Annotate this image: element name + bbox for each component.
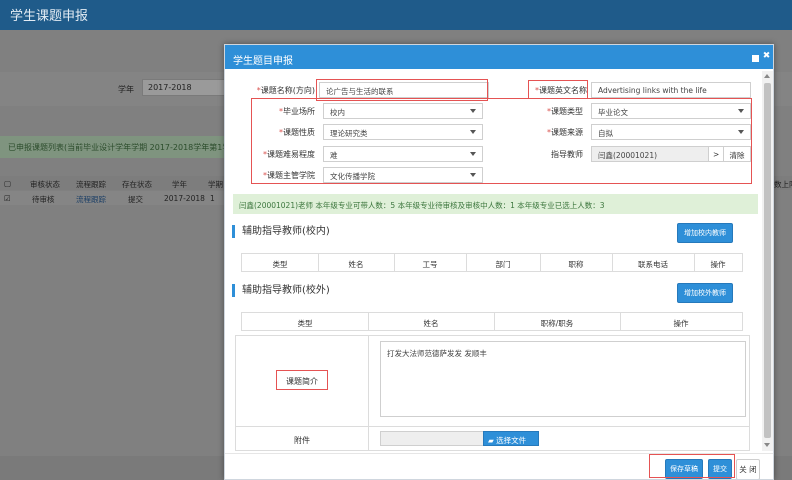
save-draft-button[interactable]: 保存草稿 xyxy=(665,459,703,479)
advisor-input: 闫鑫(20001021) xyxy=(591,146,709,162)
maximize-icon[interactable] xyxy=(752,55,759,62)
source-value: 自拟 xyxy=(598,129,613,138)
choose-file-label: 选择文件 xyxy=(496,436,527,445)
col-dept: 部门 xyxy=(495,260,511,269)
row-term: 1 xyxy=(210,194,215,203)
attachment-label: 附件 xyxy=(294,436,310,445)
folder-icon: ▰ xyxy=(488,436,494,445)
row-year: 2017-2018 xyxy=(164,194,205,203)
row-flow-trace-link[interactable]: 流程跟踪 xyxy=(76,194,106,205)
site-select[interactable]: 校内 xyxy=(323,103,483,119)
chevron-down-icon xyxy=(470,173,476,177)
type-select[interactable]: 毕业论文 xyxy=(591,103,751,119)
col-title-position: 职称/职务 xyxy=(540,319,574,328)
col-action: 操作 xyxy=(673,319,689,328)
col-action: 操作 xyxy=(710,260,726,269)
modal-footer: 保存草稿 提交 关 闭 xyxy=(225,453,773,479)
college-label: *课题主管学院 xyxy=(263,171,315,180)
col-term: 学期 xyxy=(208,180,223,189)
col-year: 学年 xyxy=(172,180,187,189)
col-flow-trace: 流程跟踪 xyxy=(76,180,106,189)
external-advisors-title: 辅助指导教师(校外) xyxy=(232,284,330,297)
page-header: 学生课题申报 xyxy=(0,0,792,30)
attachment-file-input[interactable] xyxy=(380,431,484,446)
internal-advisors-table-header: 类型 姓名 工号 部门 职称 联系电话 操作 xyxy=(241,253,743,272)
modal-header: 学生题目申报 ✖ xyxy=(225,45,773,69)
topic-en-input[interactable]: Advertising links with the life xyxy=(591,82,751,98)
modal-scrollbar[interactable] xyxy=(762,71,773,451)
row-checkbox[interactable]: ☑ xyxy=(4,194,11,203)
topic-name-input[interactable]: 论广告与生活的联系 xyxy=(319,82,489,98)
college-value: 文化传播学院 xyxy=(330,172,375,181)
close-button[interactable]: 关 闭 xyxy=(736,459,760,479)
topic-name-label: *课题名称(方向) xyxy=(256,86,315,95)
source-select[interactable]: 自拟 xyxy=(591,124,751,140)
year-select[interactable]: 2017-2018 xyxy=(142,79,232,96)
col-type: 类型 xyxy=(272,260,288,269)
intro-textarea[interactable]: 打发大法师范德萨发发 发顺丰 xyxy=(380,341,746,417)
page-title: 学生课题申报 xyxy=(10,9,89,24)
add-external-teacher-button[interactable]: 增加校外教师 xyxy=(677,283,733,303)
close-icon[interactable]: ✖ xyxy=(762,52,771,61)
col-name: 姓名 xyxy=(423,319,439,328)
col-type: 类型 xyxy=(297,319,313,328)
year-label: 学年 xyxy=(118,85,134,94)
internal-advisors-title: 辅助指导教师(校内) xyxy=(232,225,330,238)
choose-file-button[interactable]: ▰ 选择文件 xyxy=(483,431,539,446)
site-label: *毕业场所 xyxy=(279,107,315,116)
header-checkbox[interactable]: ▢ xyxy=(4,179,11,188)
chevron-down-icon xyxy=(470,152,476,156)
col-phone: 联系电话 xyxy=(638,260,668,269)
site-value: 校内 xyxy=(330,108,345,117)
advisor-clear-button[interactable]: 清除 xyxy=(724,146,751,162)
topic-en-label: *课题英文名称 xyxy=(535,86,587,95)
external-advisors-table-header: 类型 姓名 职称/职务 操作 xyxy=(241,312,743,331)
intro-label: 课题简介 xyxy=(286,377,318,386)
chevron-down-icon xyxy=(470,130,476,134)
submit-button[interactable]: 提交 xyxy=(708,459,732,479)
list-table-header: ▢ 审核状态 流程跟踪 存在状态 学年 学期 xyxy=(0,176,228,190)
scroll-thumb[interactable] xyxy=(764,83,771,438)
col-name: 姓名 xyxy=(348,260,364,269)
difficulty-label: *课题难易程度 xyxy=(263,150,315,159)
nature-select[interactable]: 理论研究类 xyxy=(323,124,483,140)
add-internal-teacher-button[interactable]: 增加校内教师 xyxy=(677,223,733,243)
chevron-down-icon xyxy=(470,109,476,113)
modal-title: 学生题目申报 xyxy=(233,56,293,67)
nature-value: 理论研究类 xyxy=(330,129,368,138)
scroll-down-icon[interactable] xyxy=(764,443,770,447)
advisor-quota-info: 闫鑫(20001021)老师 本年级专业可带人数：5 本年级专业待审核及审核中人… xyxy=(233,194,758,214)
difficulty-select[interactable]: 难 xyxy=(323,146,483,162)
row-audit-status: 待审核 xyxy=(32,195,55,204)
col-staff-no: 工号 xyxy=(422,260,438,269)
source-label: *课题来源 xyxy=(547,128,583,137)
advisor-label: 指导教师 xyxy=(551,150,583,159)
row-exist-status: 提交 xyxy=(128,195,143,204)
scroll-up-icon[interactable] xyxy=(764,74,770,78)
chevron-down-icon xyxy=(738,130,744,134)
table-row[interactable]: ☑ 待审核 流程跟踪 提交 2017-2018 1 xyxy=(0,191,228,205)
col-title: 职称 xyxy=(568,260,584,269)
col-max-count: 数上限 xyxy=(773,176,792,190)
difficulty-value: 难 xyxy=(330,151,338,160)
nature-label: *课题性质 xyxy=(279,128,315,137)
type-label: *课题类型 xyxy=(547,107,583,116)
apply-topic-modal: 学生题目申报 ✖ *课题名称(方向) 论广告与生活的联系 *课题英文名称 Adv… xyxy=(224,44,774,480)
applied-list-banner: 已申报课题列表(当前毕业设计学年学期 2017-2018学年第1学期 xyxy=(0,136,228,158)
college-select[interactable]: 文化传播学院 xyxy=(323,167,483,183)
type-value: 毕业论文 xyxy=(598,108,628,117)
intro-attachment-table: 课题简介 打发大法师范德萨发发 发顺丰 附件 ▰ 选择文件 xyxy=(235,335,750,451)
chevron-down-icon xyxy=(738,109,744,113)
col-exist-status: 存在状态 xyxy=(122,180,152,189)
col-audit-status: 审核状态 xyxy=(30,180,60,189)
advisor-select-button[interactable]: > xyxy=(708,146,724,162)
